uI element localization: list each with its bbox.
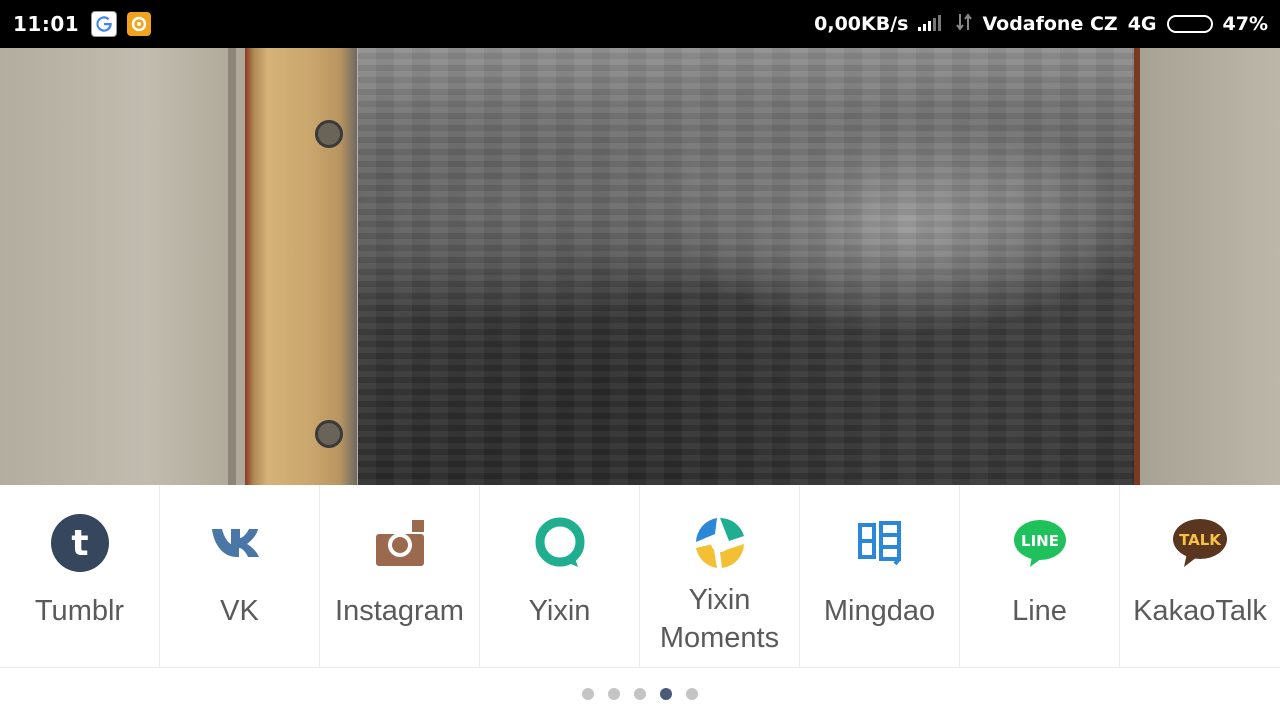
photo-frame-wood [245,48,357,485]
svg-text:LINE: LINE [1021,532,1059,550]
share-label: Instagram [335,595,464,628]
share-targets: t Tumblr VK Instagram Yixin Yixin Moment… [0,485,1280,668]
photo-wall-right [1140,48,1280,485]
status-bar: 11:01 0,00KB/s Vodafone CZ 4G 47% [0,0,1280,48]
svg-text:t: t [71,523,88,564]
share-yixin-moments[interactable]: Yixin Moments [640,485,800,667]
page-dot[interactable] [660,688,672,700]
share-label: Mingdao [823,595,936,628]
status-time: 11:01 [13,12,80,36]
google-icon [91,11,118,37]
kakaotalk-icon: TALK [1170,513,1230,572]
data-transfer-icon [956,12,973,37]
camera-app-icon [127,12,152,36]
battery-percent: 47% [1222,13,1268,35]
share-line[interactable]: LINE Line [960,485,1120,667]
vk-icon [210,513,270,572]
share-kakaotalk[interactable]: TALK KakaoTalk [1120,485,1280,667]
share-label: VK [220,595,259,628]
share-tumblr[interactable]: t Tumblr [0,485,160,667]
network-speed: 0,00KB/s [814,13,909,35]
page-dot[interactable] [686,688,698,700]
line-icon: LINE [1010,513,1070,572]
yixin-icon [530,513,590,572]
mingdao-icon [850,513,910,572]
yixin-moments-icon [690,513,750,573]
share-label: Line [1012,595,1067,628]
share-label: KakaoTalk [1133,595,1267,628]
share-label: Yixin [528,595,591,628]
network-type: 4G [1127,13,1157,35]
svg-text:TALK: TALK [1179,531,1222,549]
tumblr-icon: t [50,513,110,572]
page-indicator [0,688,1280,700]
background-photo [0,48,1280,485]
share-vk[interactable]: VK [160,485,320,667]
signal-icon [918,13,946,36]
page-dot[interactable] [582,688,594,700]
instagram-icon [370,513,430,572]
share-sheet: t Tumblr VK Instagram Yixin Yixin Moment… [0,485,1280,720]
battery-icon [1166,15,1213,33]
share-label: Tumblr [34,595,125,628]
share-instagram[interactable]: Instagram [320,485,480,667]
page-dot[interactable] [634,688,646,700]
photo-wall-left [0,48,245,485]
share-mingdao[interactable]: Mingdao [800,485,960,667]
vintage-photo-print [358,48,1140,485]
share-label: Yixin Moments [659,584,780,654]
share-yixin[interactable]: Yixin [480,485,640,667]
page-dot[interactable] [608,688,620,700]
carrier-name: Vodafone CZ [982,13,1118,35]
